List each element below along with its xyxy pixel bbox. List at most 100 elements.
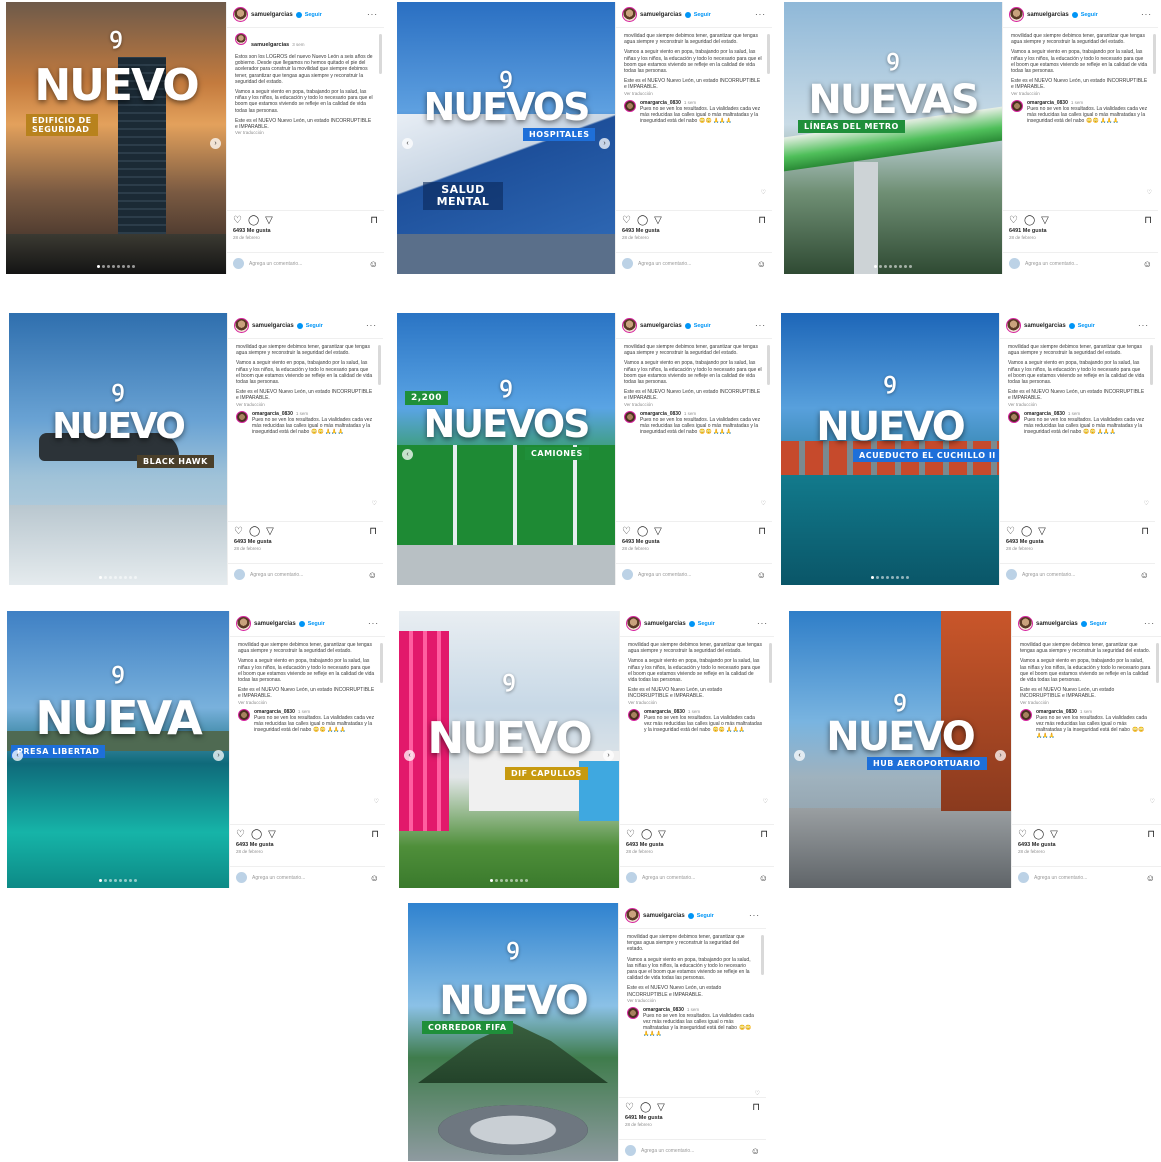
caption-username[interactable]: samuelgarcias [251,42,289,48]
likes-count[interactable]: 6493 Me gusta [616,538,772,545]
scrollbar[interactable] [379,34,382,74]
username[interactable]: samuelgarcias [643,913,685,919]
username[interactable]: samuelgarcias [254,621,296,627]
avatar[interactable] [628,708,640,721]
comment-input[interactable]: Agrega un comentario... [249,261,364,267]
username[interactable]: samuelgarcias [1036,621,1078,627]
avatar[interactable] [1011,99,1023,112]
username[interactable]: samuelgarcias [1027,12,1069,18]
chevron-left-icon[interactable]: ‹ [404,749,415,761]
likes-count[interactable]: 6493 Me gusta [1012,841,1161,848]
comment-username[interactable]: omargarcia_0830 [252,411,293,417]
emoji-icon[interactable]: ☺ [1140,570,1149,580]
bookmark-icon[interactable]: ⊓ [1147,829,1155,840]
scrollbar[interactable] [767,34,770,74]
follow-button[interactable]: Seguir [698,621,715,627]
bookmark-icon[interactable]: ⊓ [371,829,379,840]
comment-icon[interactable]: ◯ [251,829,262,840]
bookmark-icon[interactable]: ⊓ [1141,526,1149,537]
post-photo[interactable]: ꝯ NUEVO ACUEDUCTO EL CUCHILLO II [781,313,999,585]
comment-username[interactable]: omargarcia_0830 [1024,411,1065,417]
comment-heart-icon[interactable]: ♡ [1144,500,1149,507]
avatar[interactable] [625,908,640,923]
avatar[interactable] [624,99,636,112]
heart-icon[interactable]: ♡ [234,526,243,537]
comment-heart-icon[interactable]: ♡ [761,500,766,507]
emoji-icon[interactable]: ☺ [370,873,379,883]
avatar[interactable] [236,616,251,631]
comment-heart-icon[interactable]: ♡ [763,798,768,805]
comment-input[interactable]: Agrega un comentario... [641,1148,746,1154]
avatar[interactable] [233,7,248,22]
avatar[interactable] [1008,410,1020,423]
bookmark-icon[interactable]: ⊓ [1144,215,1152,226]
likes-count[interactable]: 6493 Me gusta [620,841,774,848]
heart-icon[interactable]: ♡ [1009,215,1018,226]
emoji-icon[interactable]: ☺ [1143,259,1152,269]
heart-icon[interactable]: ♡ [626,829,635,840]
avatar[interactable] [626,616,641,631]
comment-input[interactable]: Agrega un comentario... [642,875,754,881]
chevron-right-icon[interactable]: › [599,138,610,149]
more-options-icon[interactable]: ··· [1144,619,1155,628]
more-options-icon[interactable]: ··· [368,619,379,628]
follow-button[interactable]: Seguir [306,323,323,329]
comment-icon[interactable]: ◯ [248,215,259,226]
post-photo[interactable]: ꝯ NUEVO BLACK HAWK [9,313,227,585]
comment-input[interactable]: Agrega un comentario... [1034,875,1141,881]
follow-button[interactable]: Seguir [1081,12,1098,18]
likes-count[interactable]: 6493 Me gusta [616,227,772,234]
scrollbar[interactable] [769,643,772,683]
chevron-left-icon[interactable]: ‹ [794,749,805,761]
username[interactable]: samuelgarcias [640,323,682,329]
comment-heart-icon[interactable]: ♡ [1147,189,1152,196]
likes-count[interactable]: 6493 Me gusta [1000,538,1155,545]
likes-count[interactable]: 6491 Me gusta [619,1114,766,1121]
username[interactable]: samuelgarcias [1024,323,1066,329]
follow-button[interactable]: Seguir [697,913,714,919]
comment-username[interactable]: omargarcia_0830 [1036,709,1077,715]
avatar[interactable] [236,410,248,423]
share-icon[interactable]: ▽ [1041,215,1049,226]
comment-username[interactable]: omargarcia_0830 [640,100,681,106]
likes-count[interactable]: 6491 Me gusta [1003,227,1158,234]
username[interactable]: samuelgarcias [252,323,294,329]
avatar[interactable] [627,1006,639,1019]
bookmark-icon[interactable]: ⊓ [752,1102,760,1113]
comment-input[interactable]: Agrega un comentario... [1022,572,1135,578]
scrollbar[interactable] [1150,345,1153,385]
post-photo[interactable]: ꝯ 2,200 NUEVOS CAMIONES ‹ [397,313,615,585]
avatar[interactable] [1006,318,1021,333]
share-icon[interactable]: ▽ [654,526,662,537]
bookmark-icon[interactable]: ⊓ [369,526,377,537]
comment-input[interactable]: Agrega un comentario... [252,875,365,881]
more-options-icon[interactable]: ··· [1138,321,1149,330]
username[interactable]: samuelgarcias [644,621,686,627]
comment-icon[interactable]: ◯ [640,1102,651,1113]
scrollbar[interactable] [378,345,381,385]
follow-button[interactable]: Seguir [1078,323,1095,329]
comment-heart-icon[interactable]: ♡ [1150,798,1155,805]
more-options-icon[interactable]: ··· [755,10,766,19]
emoji-icon[interactable]: ☺ [757,570,766,580]
heart-icon[interactable]: ♡ [622,526,631,537]
avatar[interactable] [238,708,250,721]
comment-heart-icon[interactable]: ♡ [372,500,377,507]
comment-heart-icon[interactable]: ♡ [755,1090,760,1097]
more-options-icon[interactable]: ··· [367,10,378,19]
follow-button[interactable]: Seguir [305,12,322,18]
likes-count[interactable]: 6493 Me gusta [230,841,385,848]
more-options-icon[interactable]: ··· [755,321,766,330]
comment-icon[interactable]: ◯ [1021,526,1032,537]
scrollbar[interactable] [1153,34,1156,74]
follow-button[interactable]: Seguir [1090,621,1107,627]
comment-input[interactable]: Agrega un comentario... [1025,261,1138,267]
post-photo[interactable]: ꝯ NUEVA PRESA LIBERTAD ‹ › [7,611,229,888]
scrollbar[interactable] [761,935,764,975]
bookmark-icon[interactable]: ⊓ [370,215,378,226]
comment-icon[interactable]: ◯ [1033,829,1044,840]
translate-link[interactable]: Ver traducción [624,402,762,407]
comment-icon[interactable]: ◯ [1024,215,1035,226]
bookmark-icon[interactable]: ⊓ [760,829,768,840]
chevron-right-icon[interactable]: › [995,749,1006,761]
